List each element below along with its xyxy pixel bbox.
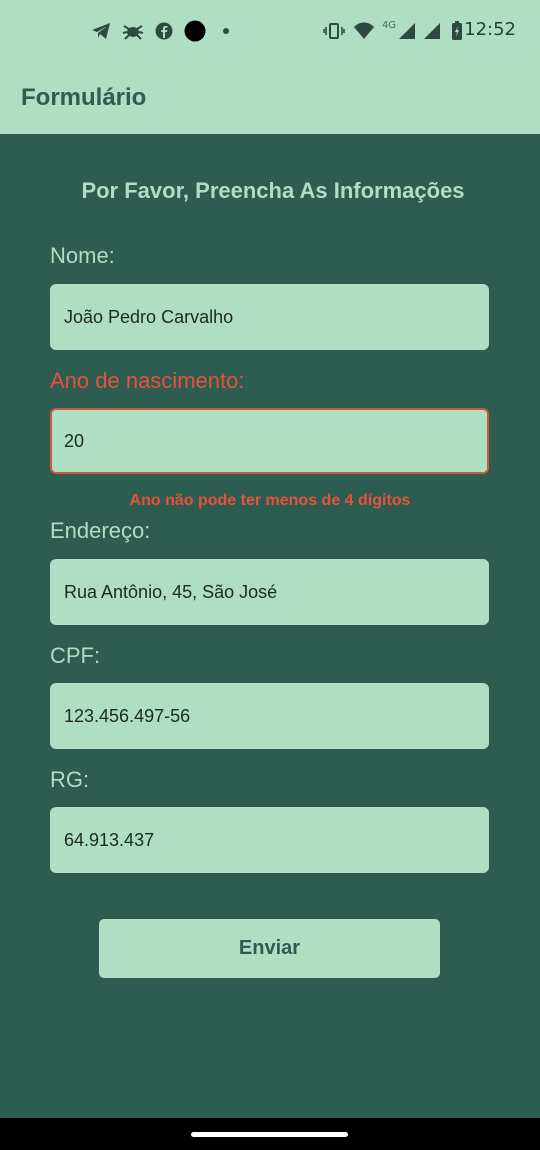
birth-year-label: Ano de nascimento: [50, 368, 245, 393]
birth-year-error: Ano não pode ter menos de 4 dígitos [129, 492, 411, 509]
battery-icon [450, 20, 464, 42]
network-type-label: 4G [381, 19, 397, 31]
app-bar: Formulário [0, 62, 540, 134]
address-label: Endereço: [50, 518, 151, 543]
home-indicator[interactable] [191, 1132, 348, 1137]
rg-label: RG: [50, 767, 90, 792]
form-heading: Por Favor, Preencha As Informações [81, 178, 465, 203]
telegram-icon [90, 20, 112, 42]
app-title: Formulário [21, 84, 147, 111]
facebook-icon [153, 20, 175, 42]
vibrate-icon [322, 20, 346, 42]
status-time: 12:52 [464, 19, 516, 40]
birth-year-input[interactable]: 20 [50, 408, 489, 474]
submit-button[interactable]: Enviar [99, 919, 440, 978]
bug-icon [121, 20, 145, 42]
wifi-icon [352, 20, 376, 42]
rg-input[interactable]: 64.913.437 [50, 807, 489, 873]
dot-icon [221, 20, 231, 42]
cpf-input[interactable]: 123.456.497-56 [50, 683, 489, 749]
cpf-label: CPF: [50, 643, 101, 668]
signal-icon [397, 20, 417, 42]
name-label: Nome: [50, 243, 115, 268]
address-input[interactable]: Rua Antônio, 45, São José [50, 559, 489, 625]
status-bar: 4G 12:52 [0, 0, 540, 62]
navigation-bar [0, 1118, 540, 1150]
camera-dot-icon [183, 20, 207, 42]
name-input[interactable]: João Pedro Carvalho [50, 284, 489, 350]
signal-icon [422, 20, 442, 42]
